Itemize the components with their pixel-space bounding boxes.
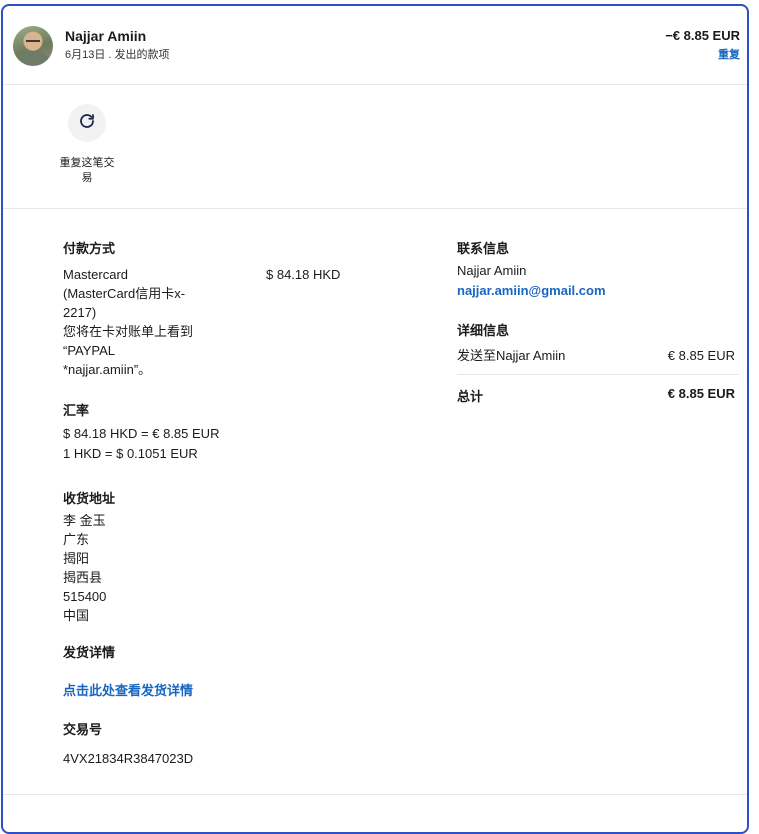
details-divider <box>457 374 739 375</box>
total-label: 总计 <box>457 389 484 404</box>
transaction-header: Najjar Amiin 6月13日 . 发出的款项 −€ 8.85 EUR 重… <box>3 6 747 85</box>
address-line: 广东 <box>63 532 90 547</box>
repeat-transaction-button[interactable] <box>68 104 106 142</box>
avatar <box>13 26 53 66</box>
payment-method-line: 2217) <box>63 305 97 320</box>
address-line: 中国 <box>63 608 90 623</box>
details-title: 详细信息 <box>457 323 510 338</box>
bottom-divider <box>3 794 747 795</box>
address-line: 李 金玉 <box>63 513 106 528</box>
payment-method-line: (MasterCard信用卡x- <box>63 286 186 301</box>
payment-method-line: *najjar.amiin”。 <box>63 362 152 377</box>
exchange-rate-line1: $ 84.18 HKD = € 8.85 EUR <box>63 426 220 441</box>
payment-method-line: 您将在卡对账单上看到 <box>63 324 194 339</box>
actions-bar: 重复这笔交易 <box>3 84 747 209</box>
repeat-transaction-label: 重复这笔交易 <box>59 157 115 184</box>
payment-method-title: 付款方式 <box>63 241 116 256</box>
payment-amount: $ 84.18 HKD <box>266 267 341 282</box>
contact-info-title: 联系信息 <box>457 241 510 256</box>
repeat-link[interactable]: 重复 <box>718 46 740 62</box>
counterparty-name: Najjar Amiin <box>65 28 147 44</box>
transaction-id: 4VX21834R3847023D <box>63 751 194 766</box>
payment-method-line: “PAYPAL <box>63 343 116 358</box>
total-value: € 8.85 EUR <box>667 386 735 401</box>
address-line: 515400 <box>63 589 107 604</box>
transaction-amount: −€ 8.85 EUR <box>665 28 740 43</box>
details-row-value: € 8.85 EUR <box>667 348 735 363</box>
avatar-glasses <box>26 40 40 45</box>
shipping-details-link[interactable]: 点击此处查看发货详情 <box>63 680 193 699</box>
transaction-subtitle: 6月13日 . 发出的款项 <box>65 49 170 61</box>
details-row-label: 发送至Najjar Amiin <box>457 348 566 363</box>
shipping-address-title: 收货地址 <box>63 491 116 506</box>
transaction-card: Najjar Amiin 6月13日 . 发出的款项 −€ 8.85 EUR 重… <box>1 4 749 834</box>
transaction-id-title: 交易号 <box>63 722 103 737</box>
exchange-rate-title: 汇率 <box>63 403 90 418</box>
address-line: 揭西县 <box>63 570 103 585</box>
payment-method-details: Mastercard (MasterCard信用卡x- 2217) 您将在卡对账… <box>63 265 228 379</box>
address-line: 揭阳 <box>63 551 90 566</box>
refresh-icon <box>78 112 96 135</box>
contact-email-link[interactable]: najjar.amiin@gmail.com <box>457 283 606 298</box>
shipping-address: 李 金玉 广东 揭阳 揭西县 515400 中国 <box>63 511 106 625</box>
shipping-details-title: 发货详情 <box>63 645 116 660</box>
exchange-rate-line2: 1 HKD = $ 0.1051 EUR <box>63 446 198 461</box>
payment-method-line: Mastercard <box>63 267 129 282</box>
contact-name: Najjar Amiin <box>457 263 527 278</box>
